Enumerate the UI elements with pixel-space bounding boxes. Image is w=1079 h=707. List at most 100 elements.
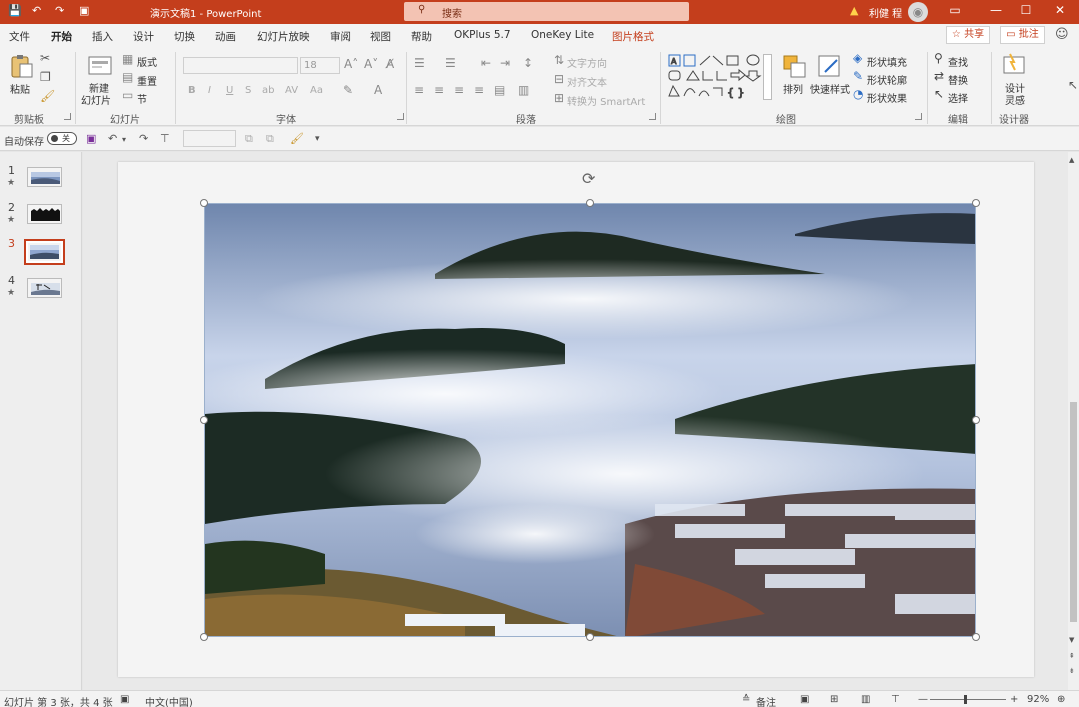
font-size-field[interactable]: 18	[300, 57, 340, 74]
next-slide-icon[interactable]: ⇟	[1069, 667, 1075, 675]
zoom-out-button[interactable]: —	[918, 694, 928, 705]
decrease-font-icon[interactable]: A˅	[364, 57, 378, 71]
customize-qat-icon[interactable]: ▾	[315, 134, 320, 144]
shape-outline-button[interactable]: 形状轮廓	[867, 72, 907, 87]
align-left-icon[interactable]: ≡	[414, 83, 424, 97]
tab-picture-format[interactable]: 图片格式	[612, 29, 654, 44]
justify-icon[interactable]: ≡	[474, 83, 484, 97]
scroll-down-icon[interactable]: ▼	[1069, 636, 1074, 644]
align-text-button[interactable]: 对齐文本	[567, 74, 607, 89]
section-button[interactable]: 节	[137, 91, 147, 106]
select-button[interactable]: 选择	[948, 90, 968, 105]
group-icon[interactable]: ⧉	[245, 132, 253, 146]
columns-icon[interactable]: ▥	[518, 83, 529, 97]
replace-icon[interactable]: ⇄	[934, 69, 944, 83]
accessibility-icon[interactable]: ▣	[120, 694, 129, 705]
bullets-icon[interactable]: ☰	[414, 56, 425, 70]
shapes-gallery-scroll[interactable]	[763, 54, 772, 100]
comments-button[interactable]: ▭ 批注	[1000, 26, 1045, 44]
fit-to-window-icon[interactable]: ⊕	[1057, 694, 1065, 705]
reading-view-icon[interactable]: ▥	[861, 694, 870, 705]
design-ideas-label-2[interactable]: 灵感	[1005, 92, 1025, 107]
clipboard-launcher-icon[interactable]	[64, 113, 71, 120]
increase-indent-icon[interactable]: ⇥	[500, 56, 510, 70]
zoom-slider[interactable]	[930, 699, 1006, 700]
arrange-button[interactable]: 排列	[783, 81, 803, 96]
clear-format-icon[interactable]: A̸	[386, 57, 394, 71]
close-button[interactable]: ✕	[1050, 3, 1070, 17]
char-spacing-button[interactable]: AV	[285, 85, 298, 96]
quick-styles-button[interactable]: 快速样式	[810, 81, 850, 96]
tab-home[interactable]: 开始	[51, 29, 72, 48]
present-icon[interactable]: ⊤	[160, 132, 170, 145]
smartart-icon[interactable]: ⊞	[554, 91, 564, 105]
drawing-launcher-icon[interactable]	[915, 113, 922, 120]
section-icon[interactable]: ▭	[122, 88, 133, 102]
shape-effects-button[interactable]: 形状效果	[867, 90, 907, 105]
line-spacing-icon[interactable]: ↕	[523, 56, 533, 70]
minimize-button[interactable]: —	[986, 3, 1006, 17]
tab-help[interactable]: 帮助	[411, 29, 432, 44]
shape-fill-button[interactable]: 形状填充	[867, 54, 907, 69]
align-center-icon[interactable]: ≡	[434, 83, 444, 97]
new-slide-icon[interactable]	[87, 53, 113, 79]
tab-onekey[interactable]: OneKey Lite	[531, 29, 594, 41]
ribbon-display-button[interactable]: ▭	[945, 3, 965, 17]
format-painter-icon[interactable]: 🖌	[40, 89, 55, 103]
tab-transitions[interactable]: 切换	[174, 29, 195, 44]
resize-handle-e[interactable]	[972, 416, 980, 424]
font-color-icon[interactable]: A	[374, 83, 382, 97]
tab-review[interactable]: 审阅	[330, 29, 351, 44]
shapes-gallery[interactable]: A { }	[667, 53, 763, 101]
paragraph-launcher-icon[interactable]	[649, 113, 656, 120]
vertical-scrollbar[interactable]: ▲ ▼ ⇞ ⇟	[1068, 152, 1079, 690]
user-name[interactable]: 利健 程	[869, 5, 902, 20]
shape-fill-icon[interactable]: ◈	[853, 51, 862, 65]
undo-icon[interactable]: ↶	[108, 132, 117, 145]
zoom-slider-knob[interactable]	[964, 695, 967, 704]
reset-icon[interactable]: ▤	[122, 70, 133, 84]
text-direction-icon[interactable]: ⇅	[554, 53, 564, 67]
italic-button[interactable]: I	[208, 85, 211, 96]
text-direction-button[interactable]: 文字方向	[567, 55, 607, 70]
find-icon[interactable]: ⚲	[934, 51, 943, 65]
scroll-up-icon[interactable]: ▲	[1069, 156, 1074, 164]
normal-view-icon[interactable]: ▣	[800, 694, 809, 705]
arrange-icon[interactable]	[782, 54, 808, 80]
layout-button[interactable]: 版式	[137, 54, 157, 69]
replace-button[interactable]: 替换	[948, 72, 968, 87]
strikethrough-button[interactable]: S	[245, 85, 251, 96]
format-painter-icon[interactable]: 🖌	[290, 132, 304, 145]
share-button[interactable]: ☆ 共享	[946, 26, 990, 44]
slideshow-icon[interactable]: ⊤	[891, 694, 900, 705]
highlight-icon[interactable]: ✎	[343, 83, 353, 97]
ungroup-icon[interactable]: ⧉	[266, 132, 274, 146]
autosave-toggle[interactable]: 关	[47, 132, 77, 145]
tab-file[interactable]: 文件	[9, 29, 30, 44]
layout-icon[interactable]: ▦	[122, 52, 133, 66]
select-icon[interactable]: ↖	[934, 87, 944, 101]
redo-icon[interactable]: ↷	[139, 132, 148, 145]
tab-slideshow[interactable]: 幻灯片放映	[257, 29, 310, 44]
distribute-icon[interactable]: ▤	[494, 83, 505, 97]
resize-handle-se[interactable]	[972, 633, 980, 641]
resize-handle-n[interactable]	[586, 199, 594, 207]
resize-handle-nw[interactable]	[200, 199, 208, 207]
warning-icon[interactable]: ▲	[850, 4, 858, 17]
smartart-button[interactable]: 转换为 SmartArt	[567, 93, 645, 108]
notes-icon[interactable]: ≙	[742, 694, 750, 705]
cut-icon[interactable]: ✂	[40, 51, 50, 65]
search-box[interactable]: ⚲ 搜索	[404, 2, 689, 21]
zoom-level[interactable]: 92%	[1027, 694, 1049, 705]
slide-thumbnail-4[interactable]	[27, 278, 62, 298]
maximize-button[interactable]: ☐	[1016, 3, 1036, 17]
font-name-field[interactable]	[183, 57, 298, 74]
slide-thumbnail-3[interactable]	[24, 239, 65, 265]
tab-okplus[interactable]: OKPlus 5.7	[454, 29, 511, 41]
align-right-icon[interactable]: ≡	[454, 83, 464, 97]
resize-handle-sw[interactable]	[200, 633, 208, 641]
ribbon-collapse-icon[interactable]: ↖	[1068, 78, 1078, 92]
design-ideas-icon[interactable]	[1001, 52, 1027, 78]
present-icon[interactable]: ▣	[79, 4, 89, 17]
save-icon[interactable]: 💾	[8, 4, 22, 17]
